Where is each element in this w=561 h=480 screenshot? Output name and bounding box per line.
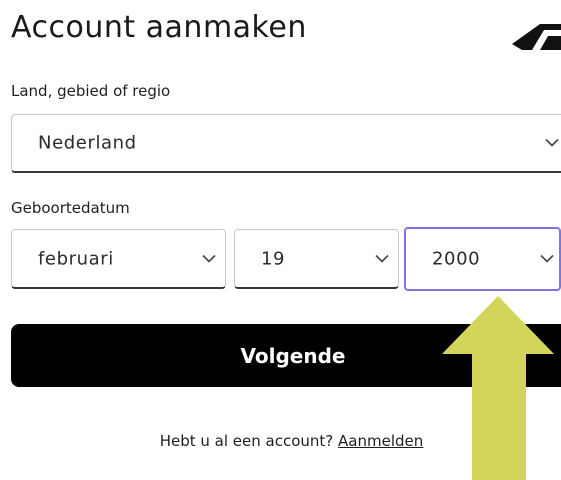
signin-link[interactable]: Aanmelden (338, 432, 423, 450)
chevron-down-icon (202, 254, 216, 263)
brand-logo-icon (512, 24, 561, 50)
account-create-page: Account aanmaken Land, gebied of regio N… (0, 0, 561, 480)
birth-day-select[interactable]: 19 (234, 229, 399, 289)
birth-year-select[interactable]: 2000 (404, 227, 561, 291)
birth-month-value: februari (38, 248, 114, 269)
country-label: Land, gebied of regio (11, 82, 171, 100)
birth-day-value: 19 (261, 248, 286, 269)
birth-year-value: 2000 (432, 248, 481, 270)
next-button-label: Volgende (240, 343, 346, 368)
chevron-down-icon (540, 254, 554, 263)
country-select[interactable]: Nederland (11, 114, 561, 173)
birthdate-label: Geboortedatum (11, 199, 130, 217)
arrow-up-icon (442, 296, 554, 480)
chevron-down-icon (545, 138, 559, 147)
birth-month-select[interactable]: februari (11, 229, 226, 289)
chevron-down-icon (375, 254, 389, 263)
country-select-value: Nederland (38, 132, 137, 154)
signin-prompt: Hebt u al een account? (159, 432, 334, 450)
page-title: Account aanmaken (11, 10, 307, 45)
